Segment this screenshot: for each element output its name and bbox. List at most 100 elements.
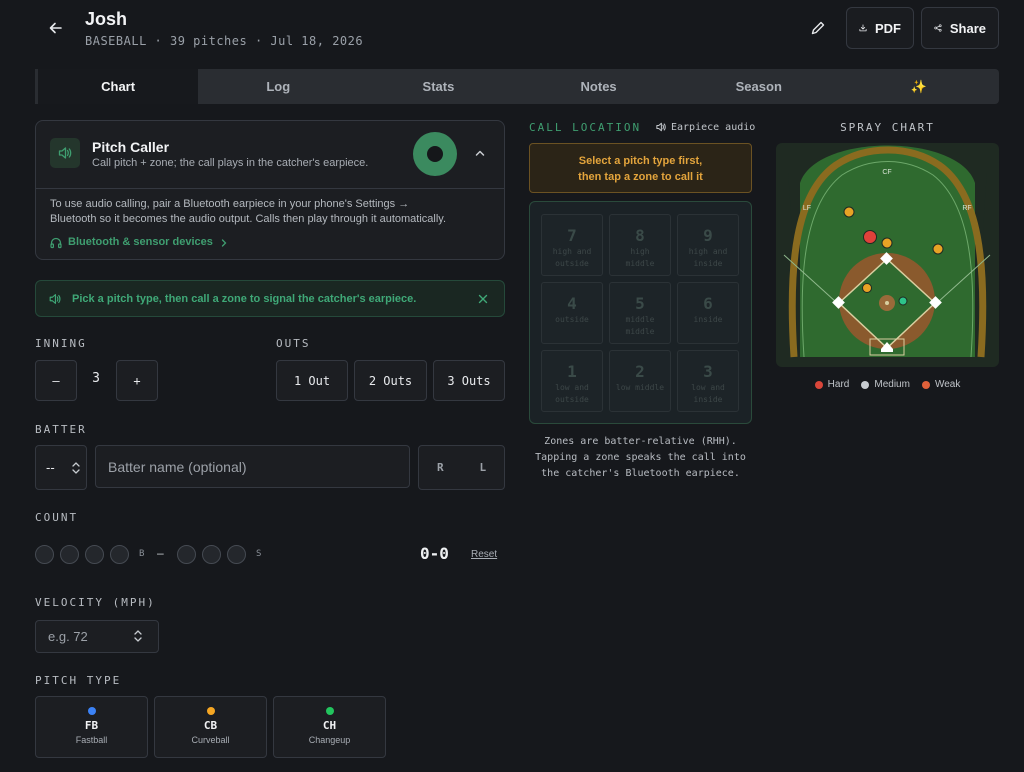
count-label: COUNT <box>35 511 79 524</box>
page-subtitle: BASEBALL · 39 pitches · Jul 18, 2026 <box>85 34 364 48</box>
hand-left-button[interactable]: L <box>462 446 505 489</box>
pencil-icon <box>811 21 825 35</box>
ball-dot[interactable] <box>60 545 79 564</box>
strike-dot[interactable] <box>177 545 196 564</box>
zone-3[interactable]: 3 low and inside <box>677 350 739 412</box>
inning-increment-button[interactable]: + <box>116 360 158 401</box>
chevron-right-icon <box>221 238 227 247</box>
strike-dot[interactable] <box>202 545 221 564</box>
inning-value: 3 <box>92 371 100 386</box>
pitch-code: CB <box>203 719 218 732</box>
tab-log[interactable]: Log <box>198 69 358 104</box>
zone-7[interactable]: 7 high and outside <box>541 214 603 276</box>
hit-marker <box>862 283 872 293</box>
arrow-left-icon <box>49 22 62 34</box>
tab-season[interactable]: Season <box>679 69 839 104</box>
bluetooth-devices-link[interactable]: Bluetooth & sensor devices <box>50 235 490 250</box>
pitch-caller-title: Pitch Caller <box>92 139 170 155</box>
hint-close-button[interactable] <box>476 292 490 306</box>
zone-note-line1: Zones are batter-relative (RHH). <box>544 436 737 447</box>
pitch-caller-card: Pitch Caller Call pitch + zone; the call… <box>35 120 505 260</box>
pitch-name: Fastball <box>75 735 108 745</box>
batter-order-select[interactable]: -- <box>35 445 87 490</box>
chevron-up-icon <box>475 150 485 156</box>
outs-2-button[interactable]: 2 Outs <box>354 360 427 401</box>
changeup-color-dot <box>325 707 334 715</box>
batter-hand-toggle: R L <box>418 445 505 490</box>
batter-order-value: -- <box>46 460 55 475</box>
spray-chart-title: SPRAY CHART <box>840 121 935 134</box>
pitch-code: FB <box>84 719 99 732</box>
hit-marker <box>843 206 855 218</box>
pitch-name: Curveball <box>191 735 230 745</box>
spray-chart: CF LF RF <box>776 143 999 367</box>
select-pitch-warning: Select a pitch type first, then tap a zo… <box>529 143 752 193</box>
pitch-type-label: PITCH TYPE <box>35 674 122 687</box>
collapse-button[interactable] <box>472 145 488 161</box>
curveball-color-dot <box>206 707 215 715</box>
page-title: Josh <box>85 9 128 29</box>
hand-right-button[interactable]: R <box>419 446 462 489</box>
zone-1[interactable]: 1 low and outside <box>541 350 603 412</box>
pitch-type-changeup[interactable]: CH Changeup <box>273 696 386 758</box>
pdf-label: PDF <box>875 20 901 36</box>
count-dash: – <box>157 546 164 560</box>
zone-note: Zones are batter-relative (RHH). Tapping… <box>529 434 752 482</box>
select-arrows-icon <box>72 462 80 474</box>
pitch-type-curveball[interactable]: CB Curveball <box>154 696 267 758</box>
stepper-arrows-icon[interactable] <box>134 628 142 644</box>
pitch-code: CH <box>322 719 337 732</box>
hint-text: Pick a pitch type, then call a zone to s… <box>72 292 417 305</box>
outs-1-button[interactable]: 1 Out <box>276 360 348 401</box>
ball-dot[interactable] <box>35 545 54 564</box>
earpiece-audio-indicator: Earpiece audio <box>655 121 755 133</box>
reset-count-link[interactable]: Reset <box>471 549 497 560</box>
call-location-header: CALL LOCATION <box>529 121 642 134</box>
hint-banner: Pick a pitch type, then call a zone to s… <box>35 280 505 317</box>
batter-name-input[interactable] <box>95 445 410 488</box>
zone-note-line2: Tapping a zone speaks the call into <box>535 452 746 463</box>
hit-marker <box>898 296 908 306</box>
legend-medium: Medium <box>861 379 910 390</box>
download-icon <box>859 24 867 32</box>
ball-dot[interactable] <box>85 545 104 564</box>
spray-legend: Hard Medium Weak <box>776 379 999 390</box>
tab-notes[interactable]: Notes <box>519 69 679 104</box>
warning-line1: Select a pitch type first, <box>578 155 703 167</box>
close-icon <box>478 294 488 304</box>
tab-ai[interactable]: ✨ <box>839 69 999 104</box>
hit-marker <box>863 230 877 244</box>
pitch-caller-toggle[interactable] <box>413 132 457 176</box>
zone-5[interactable]: 5 middle middle <box>609 282 671 344</box>
count-value: 0-0 <box>420 544 449 563</box>
strike-zone-grid: 7 high and outside 8 high middle 9 high and in… <box>529 201 752 424</box>
outs-3-button[interactable]: 3 Outs <box>433 360 505 401</box>
tab-stats[interactable]: Stats <box>358 69 518 104</box>
pitch-type-fastball[interactable]: FB Fastball <box>35 696 148 758</box>
pitch-name: Changeup <box>308 735 351 745</box>
bluetooth-devices-label: Bluetooth & sensor devices <box>68 236 213 248</box>
zone-9[interactable]: 9 high and inside <box>677 214 739 276</box>
zone-6[interactable]: 6 inside <box>677 282 739 344</box>
outs-label: OUTS <box>276 337 311 350</box>
hit-marker <box>881 237 893 249</box>
back-button[interactable] <box>44 16 68 40</box>
strike-dot[interactable] <box>227 545 246 564</box>
tab-chart[interactable]: Chart <box>35 69 199 104</box>
lf-label: LF <box>803 205 811 212</box>
zone-8[interactable]: 8 high middle <box>609 214 671 276</box>
headphones-icon <box>50 237 62 248</box>
inning-decrement-button[interactable]: – <box>35 360 77 401</box>
zone-4[interactable]: 4 outside <box>541 282 603 344</box>
earpiece-label: Earpiece audio <box>671 121 756 133</box>
zone-2[interactable]: 2 low middle <box>609 350 671 412</box>
pdf-button[interactable]: PDF <box>846 7 914 49</box>
balls-letter: B <box>139 549 145 559</box>
share-icon <box>934 24 942 32</box>
edit-button[interactable] <box>806 16 830 40</box>
warning-line2: then tap a zone to call it <box>578 171 703 183</box>
inning-label: INNING <box>35 337 87 350</box>
ball-dot[interactable] <box>110 545 129 564</box>
pitch-caller-subtitle: Call pitch + zone; the call plays in the… <box>92 157 369 169</box>
share-button[interactable]: Share <box>921 7 999 49</box>
